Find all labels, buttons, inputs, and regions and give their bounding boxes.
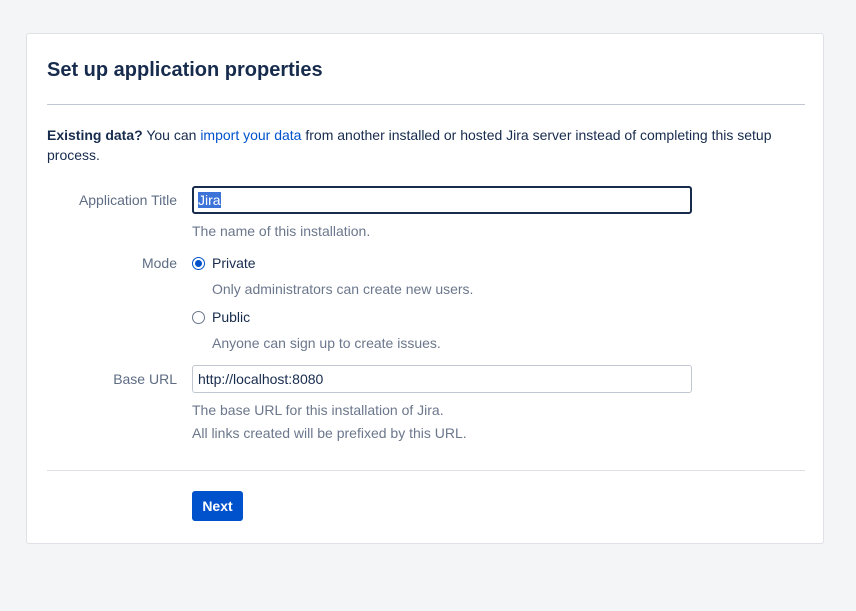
base-url-help-2: All links created will be prefixed by th…: [192, 425, 467, 441]
mode-private-radio[interactable]: [192, 257, 205, 270]
mode-public-help: Anyone can sign up to create issues.: [212, 335, 441, 351]
mode-private-label[interactable]: Private: [212, 253, 256, 273]
setup-panel: Set up application properties Existing d…: [26, 33, 824, 544]
existing-data-notice: Existing data? You can import your data …: [47, 125, 787, 165]
app-title-label: Application Title: [78, 192, 177, 208]
app-title-help: The name of this installation.: [192, 223, 371, 239]
next-button[interactable]: Next: [192, 491, 243, 521]
base-url-value: http://localhost:8080: [198, 371, 324, 387]
base-url-help-1: The base URL for this installation of Ji…: [192, 402, 444, 418]
intro-text-before: You can: [142, 127, 201, 143]
page-title: Set up application properties: [47, 59, 323, 81]
mode-label: Mode: [141, 255, 177, 271]
app-title-input[interactable]: Jira: [192, 186, 692, 214]
actions-divider: [47, 470, 805, 471]
mode-public-radio[interactable]: [192, 311, 205, 324]
import-data-link[interactable]: import your data: [200, 127, 301, 143]
title-divider: [47, 104, 805, 105]
base-url-label: Base URL: [113, 371, 177, 387]
existing-data-label: Existing data?: [47, 127, 143, 143]
base-url-input[interactable]: http://localhost:8080: [192, 365, 692, 393]
mode-private-help: Only administrators can create new users…: [212, 281, 474, 297]
app-title-value: Jira: [198, 192, 221, 208]
mode-public-label[interactable]: Public: [212, 307, 250, 327]
